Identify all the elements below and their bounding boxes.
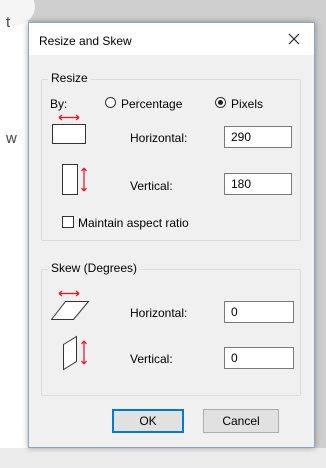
skew-horizontal-label: Horizontal:	[130, 306, 188, 320]
background-bottom-strip	[0, 448, 326, 468]
percentage-radio-button[interactable]	[105, 97, 116, 108]
background-text-fragment: w	[6, 130, 17, 147]
skew-group: Skew (Degrees) Horizontal: Vertical:	[41, 261, 301, 396]
resize-horizontal-input[interactable]	[224, 126, 292, 148]
resize-vertical-label: Vertical:	[130, 179, 173, 193]
resize-vertical-icon	[62, 164, 87, 195]
maintain-aspect-label: Maintain aspect ratio	[78, 216, 189, 230]
maintain-aspect-checkbox[interactable]: Maintain aspect ratio	[62, 214, 212, 230]
close-icon	[288, 33, 300, 45]
dialog-title: Resize and Skew	[39, 34, 132, 48]
pixels-radio[interactable]: Pixels	[215, 95, 285, 111]
cancel-button[interactable]: Cancel	[203, 409, 279, 433]
close-button[interactable]	[274, 23, 314, 55]
skew-vertical-icon	[63, 335, 87, 371]
maintain-aspect-checkbox-box[interactable]	[62, 216, 74, 228]
skew-horizontal-icon	[51, 290, 90, 320]
skew-vertical-input[interactable]	[224, 347, 294, 369]
resize-skew-dialog: Resize and Skew Resize By: Percentage Pi…	[28, 22, 315, 448]
background-text-fragment: t	[6, 14, 11, 31]
background-app-strip: t w	[0, 0, 43, 468]
skew-vertical-label: Vertical:	[130, 352, 173, 366]
skew-horizontal-input[interactable]	[224, 301, 294, 323]
percentage-label: Percentage	[121, 97, 183, 111]
skew-group-title: Skew (Degrees)	[48, 261, 141, 275]
percentage-radio[interactable]: Percentage	[105, 95, 205, 111]
title-bar: Resize and Skew	[29, 23, 314, 55]
resize-horizontal-icon	[52, 114, 86, 144]
resize-vertical-input[interactable]	[224, 173, 292, 195]
by-label: By:	[50, 97, 68, 111]
resize-group-title: Resize	[48, 71, 91, 85]
resize-horizontal-label: Horizontal:	[130, 131, 188, 145]
pixels-radio-button[interactable]	[215, 97, 226, 108]
resize-group: Resize By: Percentage Pixels Horizontal:…	[41, 71, 301, 241]
ok-button[interactable]: OK	[112, 409, 184, 433]
pixels-label: Pixels	[231, 97, 264, 111]
